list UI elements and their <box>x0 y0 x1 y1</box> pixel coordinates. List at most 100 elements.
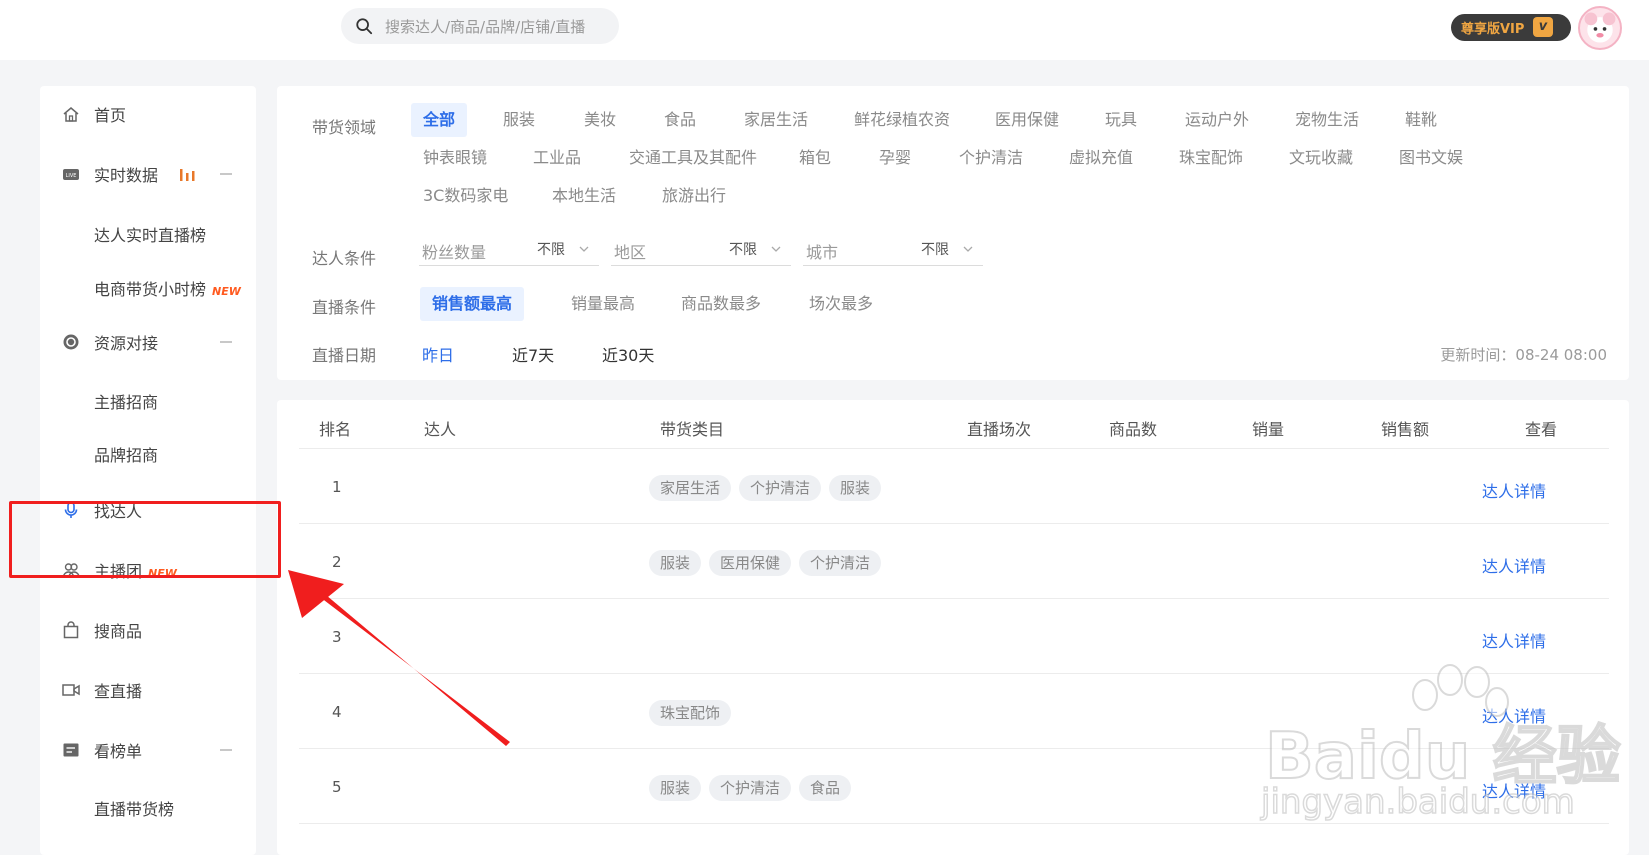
domain-chip[interactable]: 家居生活 <box>732 103 820 137</box>
sidebar-item-brand-recruit[interactable]: 品牌招商 <box>40 434 256 474</box>
domain-filter-label: 带货领域 <box>312 118 377 137</box>
rank-cell: 2 <box>332 553 342 571</box>
date-option-30-days[interactable]: 近30天 <box>602 342 654 366</box>
category-tag: 服装 <box>829 475 882 501</box>
table-row: 1 家居生活 个护清洁 服装 达人详情 <box>299 449 1609 524</box>
region-value: 不限 <box>729 242 757 258</box>
table-header: 商品数 <box>1109 420 1158 439</box>
collapse-icon[interactable] <box>220 749 232 751</box>
city-value: 不限 <box>921 242 949 258</box>
domain-chip[interactable]: 孕婴 <box>867 141 923 175</box>
avatar[interactable] <box>1578 6 1622 50</box>
sidebar-label-find-talent: 找达人 <box>94 502 143 521</box>
talent-detail-link[interactable]: 达人详情 <box>1482 553 1546 577</box>
domain-chip[interactable]: 宠物生活 <box>1283 103 1371 137</box>
sidebar-label-talent-live-rank: 达人实时直播榜 <box>94 226 207 245</box>
date-option-7-days[interactable]: 近7天 <box>512 342 554 366</box>
vip-mark-icon: v <box>1533 17 1553 37</box>
new-badge: NEW <box>148 567 177 580</box>
domain-chip[interactable]: 个护清洁 <box>947 141 1035 175</box>
talent-detail-link[interactable]: 达人详情 <box>1482 478 1546 502</box>
domain-chip[interactable]: 箱包 <box>787 141 843 175</box>
domain-chip[interactable]: 运动户外 <box>1173 103 1261 137</box>
home-icon <box>63 107 79 122</box>
sidebar-item-check-live[interactable]: 查直播 <box>40 670 256 710</box>
live-option-most-sessions[interactable]: 场次最多 <box>797 287 885 321</box>
domain-chip[interactable]: 鞋靴 <box>1393 103 1449 137</box>
live-filter-label: 直播条件 <box>312 298 377 317</box>
sidebar-item-realtime[interactable]: LIVE 实时数据 <box>40 154 256 194</box>
domain-chip[interactable]: 本地生活 <box>540 179 628 213</box>
vip-badge[interactable]: 尊享版VIP v <box>1451 14 1571 41</box>
live-option-most-products[interactable]: 商品数最多 <box>669 287 773 321</box>
live-icon: LIVE <box>63 169 79 180</box>
ranking-list-icon <box>63 743 79 757</box>
search-icon <box>356 18 373 35</box>
live-option-top-volume[interactable]: 销量最高 <box>559 287 647 321</box>
category-tag: 个护清洁 <box>799 550 882 576</box>
table-header: 直播场次 <box>967 420 1032 439</box>
search-input[interactable]: 搜索达人/商品/品牌/店铺/直播 <box>341 8 619 44</box>
live-option-top-sales[interactable]: 销售额最高 <box>420 287 525 321</box>
domain-chip[interactable]: 医用保健 <box>983 103 1071 137</box>
domain-chip[interactable]: 美妆 <box>572 103 628 137</box>
domain-chip[interactable]: 工业品 <box>521 141 593 175</box>
domain-chip[interactable]: 玩具 <box>1093 103 1149 137</box>
sidebar-label-brand-recruit: 品牌招商 <box>94 446 159 465</box>
shopping-bag-icon <box>63 621 79 639</box>
region-select[interactable]: 地区 不限 <box>611 232 791 266</box>
sidebar-item-anchor-recruit[interactable]: 主播招商 <box>40 381 256 421</box>
domain-chip[interactable]: 虚拟充值 <box>1057 141 1145 175</box>
fans-count-value: 不限 <box>537 242 565 258</box>
sidebar-item-search-goods[interactable]: 搜商品 <box>40 610 256 650</box>
date-option-yesterday[interactable]: 昨日 <box>422 342 454 366</box>
sidebar-item-ranking[interactable]: 看榜单 <box>40 730 256 770</box>
sidebar-item-anchor-group[interactable]: 主播团 NEW <box>40 550 256 590</box>
domain-chip[interactable]: 图书文娱 <box>1387 141 1475 175</box>
domain-chip[interactable]: 全部 <box>411 103 468 137</box>
table-header: 查看 <box>1525 420 1558 439</box>
domain-chip[interactable]: 交通工具及其配件 <box>617 141 769 175</box>
fans-count-select[interactable]: 粉丝数量 不限 <box>419 232 599 266</box>
table-header: 销量 <box>1252 420 1285 439</box>
collapse-icon[interactable] <box>220 341 232 343</box>
sidebar-item-find-talent[interactable]: 找达人 <box>40 490 256 530</box>
date-filter-label: 直播日期 <box>312 346 377 365</box>
category-tags: 服装 医用保健 个护清洁 <box>649 550 882 576</box>
sidebar-item-home[interactable]: 首页 <box>40 94 256 134</box>
category-tags: 珠宝配饰 <box>649 700 732 726</box>
domain-chip[interactable]: 鲜花绿植农资 <box>842 103 962 137</box>
live-bars-icon <box>180 169 195 181</box>
svg-text:LIVE: LIVE <box>66 173 77 179</box>
talent-detail-link[interactable]: 达人详情 <box>1482 778 1546 802</box>
sidebar-label-realtime: 实时数据 <box>94 166 159 185</box>
domain-chip[interactable]: 文玩收藏 <box>1277 141 1365 175</box>
sidebar-label-anchor-recruit: 主播招商 <box>94 393 159 412</box>
sidebar-label-live-sales-rank: 直播带货榜 <box>94 800 175 819</box>
domain-chip[interactable]: 服装 <box>491 103 547 137</box>
sidebar-item-live-sales-rank[interactable]: 直播带货榜 <box>40 788 256 828</box>
update-time: 更新时间：08-24 08:00 <box>1440 346 1607 364</box>
region-label: 地区 <box>614 243 647 262</box>
search-placeholder: 搜索达人/商品/品牌/店铺/直播 <box>385 17 586 36</box>
sidebar-item-talent-live-rank[interactable]: 达人实时直播榜 <box>40 214 256 254</box>
talent-detail-link[interactable]: 达人详情 <box>1482 703 1546 727</box>
sidebar-label-resource: 资源对接 <box>94 334 159 353</box>
domain-chip[interactable]: 食品 <box>652 103 708 137</box>
sidebar-item-hourly-rank[interactable]: 电商带货小时榜 NEW <box>40 268 256 308</box>
microphone-icon <box>64 501 78 518</box>
top-bar: 搜索达人/商品/品牌/店铺/直播 尊享版VIP v <box>0 0 1649 60</box>
sidebar-item-resource[interactable]: 资源对接 <box>40 322 256 362</box>
domain-chip[interactable]: 3C数码家电 <box>411 179 520 213</box>
category-tag: 个护清洁 <box>709 775 792 801</box>
domain-chip[interactable]: 珠宝配饰 <box>1167 141 1255 175</box>
sidebar-label-check-live: 查直播 <box>94 682 143 701</box>
domain-chip[interactable]: 旅游出行 <box>650 179 738 213</box>
city-label: 城市 <box>806 243 839 262</box>
table-header: 排名 <box>319 420 352 439</box>
sidebar-label-search-goods: 搜商品 <box>94 622 143 641</box>
collapse-icon[interactable] <box>220 173 232 175</box>
talent-detail-link[interactable]: 达人详情 <box>1482 628 1546 652</box>
city-select[interactable]: 城市 不限 <box>803 232 983 266</box>
domain-chip[interactable]: 钟表眼镜 <box>411 141 499 175</box>
